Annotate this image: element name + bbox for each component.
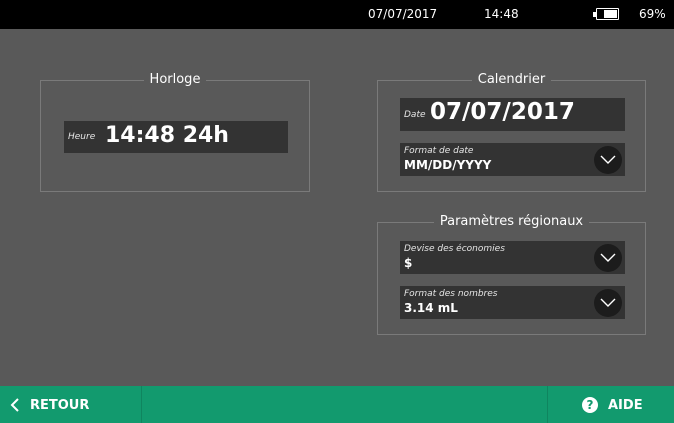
chevron-down-icon[interactable] [594, 146, 622, 174]
help-icon: ? [582, 397, 598, 413]
time-label: Heure [68, 132, 96, 142]
clock-panel: Horloge Heure 14:48 24h [40, 72, 310, 192]
status-bar: 07/07/2017 14:48 69% [0, 0, 674, 29]
date-value: 07/07/2017 [430, 99, 575, 125]
date-label: Date [404, 110, 426, 120]
battery-icon [593, 8, 619, 20]
battery-level-fill [603, 10, 617, 18]
currency-dropdown[interactable]: Devise des économies $ [400, 241, 625, 274]
currency-label: Devise des économies [404, 244, 505, 254]
number-format-label: Format des nombres [404, 289, 498, 299]
chevron-left-icon [10, 398, 19, 412]
battery-percent: 69% [639, 7, 666, 21]
back-button-label: RETOUR [30, 398, 90, 413]
date-format-label: Format de date [404, 146, 474, 156]
calendar-panel-title: Calendrier [471, 72, 552, 87]
time-field[interactable]: Heure 14:48 24h [64, 121, 288, 153]
status-date: 07/07/2017 [368, 7, 438, 21]
status-time: 14:48 [484, 7, 519, 21]
calendar-panel: Calendrier Date 07/07/2017 Format de dat… [377, 72, 646, 192]
regional-panel: Paramètres régionaux Devise des économie… [377, 214, 646, 335]
clock-panel-title: Horloge [143, 72, 207, 87]
regional-panel-title: Paramètres régionaux [433, 214, 590, 229]
currency-value: $ [404, 256, 413, 270]
number-format-value: 3.14 mL [404, 301, 458, 315]
date-format-dropdown[interactable]: Format de date MM/DD/YYYY [400, 143, 625, 176]
help-button-label: AIDE [608, 398, 643, 413]
time-value: 14:48 24h [105, 123, 229, 148]
bottom-bar: RETOUR ? AIDE [0, 386, 674, 423]
date-field[interactable]: Date 07/07/2017 [400, 98, 625, 131]
chevron-down-icon[interactable] [594, 244, 622, 272]
help-button[interactable]: ? AIDE [548, 386, 674, 423]
divider [141, 386, 142, 423]
back-button[interactable]: RETOUR [0, 386, 141, 423]
date-format-value: MM/DD/YYYY [404, 158, 492, 172]
chevron-down-icon[interactable] [594, 289, 622, 317]
number-format-dropdown[interactable]: Format des nombres 3.14 mL [400, 286, 625, 319]
